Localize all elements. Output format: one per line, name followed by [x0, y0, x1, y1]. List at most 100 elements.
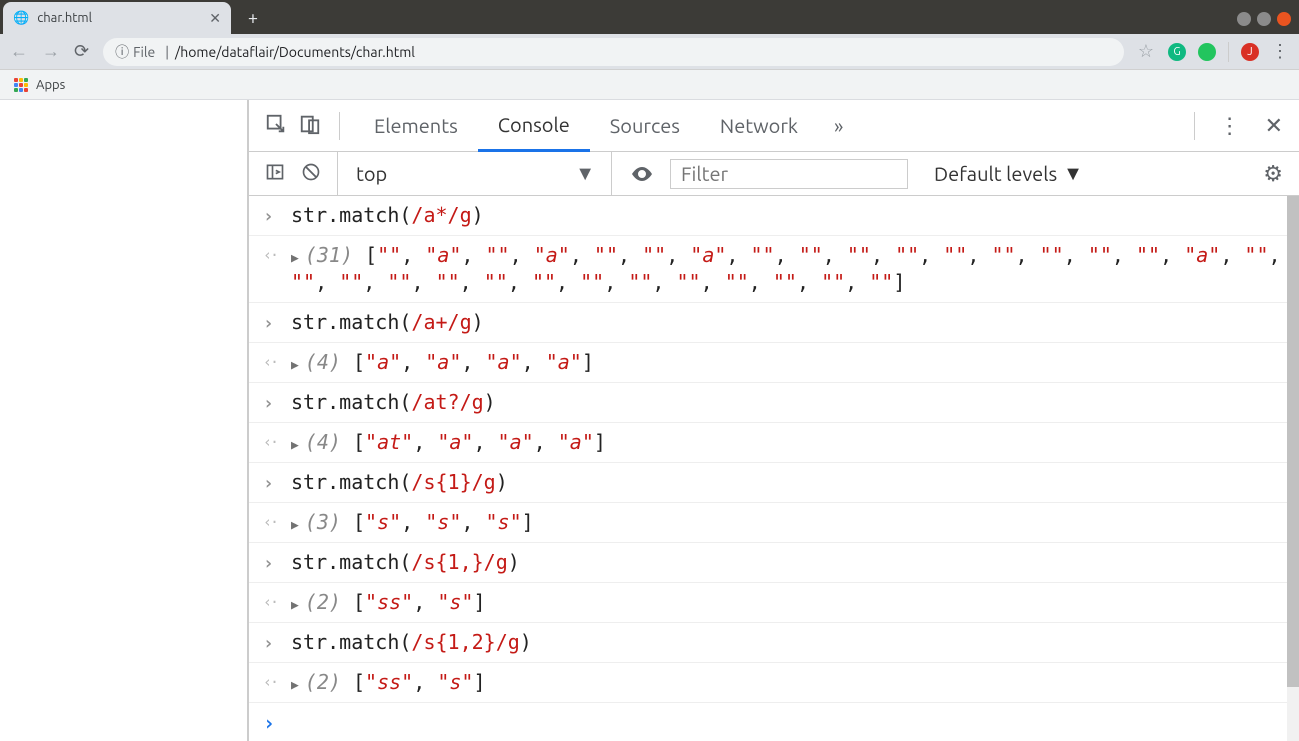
profile-avatar[interactable]: J	[1241, 43, 1259, 61]
devtools-tab-bar: Elements Console Sources Network » ⋮ ✕	[249, 100, 1299, 152]
url-path: /home/dataflair/Documents/char.html	[175, 44, 415, 60]
console-output-row[interactable]: ▶(2) ["ss", "s"]	[249, 663, 1299, 703]
console-prompt[interactable]: ›	[249, 703, 1299, 741]
info-icon[interactable]: ⓘ	[115, 42, 129, 62]
input-chevron-icon	[263, 549, 291, 574]
scrollbar-thumb[interactable]	[1287, 196, 1299, 687]
return-chevron-icon	[263, 589, 291, 611]
tab-sources[interactable]: Sources	[590, 101, 700, 150]
scrollbar[interactable]	[1287, 196, 1299, 741]
close-devtools-icon[interactable]: ✕	[1265, 113, 1283, 139]
clear-console-icon[interactable]	[301, 162, 321, 186]
url-separator: |	[165, 44, 169, 60]
minimize-button[interactable]	[1237, 12, 1251, 26]
live-expression-icon[interactable]	[611, 152, 654, 195]
globe-icon: 🌐	[13, 11, 29, 26]
browser-menu-icon[interactable]: ⋮	[1271, 41, 1289, 62]
inspect-element-icon[interactable]	[265, 113, 287, 139]
input-chevron-icon	[263, 202, 291, 227]
filter-input[interactable]	[670, 159, 908, 189]
separator	[339, 112, 340, 140]
bookmark-star-icon[interactable]: ☆	[1138, 41, 1154, 62]
main-area: Elements Console Sources Network » ⋮ ✕ t…	[0, 100, 1299, 741]
new-tab-button[interactable]: +	[239, 4, 267, 32]
apps-icon[interactable]	[14, 78, 28, 92]
forward-button: →	[42, 41, 60, 62]
devtools-panel: Elements Console Sources Network » ⋮ ✕ t…	[249, 100, 1299, 741]
console-input-row[interactable]: str.match(/a*/g)	[249, 196, 1299, 236]
console-input-code: str.match(/s{1,}/g)	[291, 549, 1285, 576]
console-output-row[interactable]: ▶(31) ["", "a", "", "a", "", "", "a", ""…	[249, 236, 1299, 303]
expand-triangle-icon[interactable]: ▶	[291, 357, 299, 375]
return-chevron-icon	[263, 242, 291, 264]
console-output-value: ▶(31) ["", "a", "", "a", "", "", "a", ""…	[291, 242, 1285, 296]
console-output-value: ▶(4) ["a", "a", "a", "a"]	[291, 349, 1285, 376]
extensions: G J ⋮	[1168, 41, 1289, 62]
more-tabs-icon[interactable]: »	[818, 114, 859, 137]
url-input[interactable]: ⓘ File | /home/dataflair/Documents/char.…	[103, 38, 1124, 66]
return-chevron-icon	[263, 509, 291, 531]
console-input-row[interactable]: str.match(/at?/g)	[249, 383, 1299, 423]
caret-down-icon: ▼	[1063, 161, 1083, 186]
console-output-value: ▶(3) ["s", "s", "s"]	[291, 509, 1285, 536]
console-settings-icon[interactable]: ⚙	[1263, 161, 1283, 187]
maximize-button[interactable]	[1257, 12, 1271, 26]
console-output-row[interactable]: ▶(4) ["at", "a", "a", "a"]	[249, 423, 1299, 463]
close-tab-icon[interactable]: ✕	[209, 10, 221, 27]
input-chevron-icon	[263, 469, 291, 494]
expand-triangle-icon[interactable]: ▶	[291, 250, 299, 268]
browser-tab-strip: 🌐 char.html ✕ +	[0, 0, 1299, 34]
tab-title: char.html	[37, 11, 209, 25]
console-input-row[interactable]: str.match(/s{1,2}/g)	[249, 623, 1299, 663]
extension-green-icon[interactable]	[1198, 43, 1216, 61]
levels-label: Default levels	[934, 162, 1057, 185]
tab-elements[interactable]: Elements	[354, 101, 478, 150]
address-bar: ← → ⟳ ⓘ File | /home/dataflair/Documents…	[0, 34, 1299, 70]
console-output-row[interactable]: ▶(2) ["ss", "s"]	[249, 583, 1299, 623]
close-window-button[interactable]	[1277, 12, 1291, 26]
execution-context-selector[interactable]: top ▼	[337, 152, 595, 195]
bookmarks-bar: Apps	[0, 70, 1299, 100]
console-output-value: ▶(2) ["ss", "s"]	[291, 589, 1285, 616]
console-output-row[interactable]: ▶(4) ["a", "a", "a", "a"]	[249, 343, 1299, 383]
console-input-code: str.match(/a*/g)	[291, 202, 1285, 229]
prompt-chevron-icon: ›	[263, 711, 275, 735]
input-chevron-icon	[263, 629, 291, 654]
console-input-code: str.match(/a+/g)	[291, 309, 1285, 336]
console-output[interactable]: str.match(/a*/g) ▶(31) ["", "a", "", "a",…	[249, 196, 1299, 741]
tab-network[interactable]: Network	[700, 101, 818, 150]
console-input-row[interactable]: str.match(/a+/g)	[249, 303, 1299, 343]
log-levels-selector[interactable]: Default levels ▼	[934, 161, 1083, 186]
device-toolbar-icon[interactable]	[299, 113, 321, 139]
console-output-value: ▶(4) ["at", "a", "a", "a"]	[291, 429, 1285, 456]
extension-grammarly-icon[interactable]: G	[1168, 43, 1186, 61]
back-button[interactable]: ←	[10, 41, 28, 62]
console-input-code: str.match(/s{1,2}/g)	[291, 629, 1285, 656]
devtools-menu-icon[interactable]: ⋮	[1219, 113, 1241, 139]
separator	[1228, 42, 1229, 62]
context-label: top	[356, 162, 387, 185]
console-sidebar-toggle-icon[interactable]	[265, 162, 285, 186]
browser-tab[interactable]: 🌐 char.html ✕	[3, 2, 231, 34]
expand-triangle-icon[interactable]: ▶	[291, 677, 299, 695]
input-chevron-icon	[263, 389, 291, 414]
url-scheme: File	[133, 44, 155, 60]
window-controls	[1237, 12, 1299, 34]
return-chevron-icon	[263, 349, 291, 371]
console-input-row[interactable]: str.match(/s{1}/g)	[249, 463, 1299, 503]
expand-triangle-icon[interactable]: ▶	[291, 597, 299, 615]
console-input-row[interactable]: str.match(/s{1,}/g)	[249, 543, 1299, 583]
console-input-code: str.match(/s{1}/g)	[291, 469, 1285, 496]
console-toolbar: top ▼ Default levels ▼ ⚙	[249, 152, 1299, 196]
return-chevron-icon	[263, 429, 291, 451]
page-content	[0, 100, 249, 741]
apps-label[interactable]: Apps	[36, 78, 65, 92]
tab-console[interactable]: Console	[478, 100, 590, 152]
reload-button[interactable]: ⟳	[74, 41, 89, 62]
expand-triangle-icon[interactable]: ▶	[291, 517, 299, 535]
console-output-value: ▶(2) ["ss", "s"]	[291, 669, 1285, 696]
separator	[1194, 112, 1195, 140]
expand-triangle-icon[interactable]: ▶	[291, 437, 299, 455]
console-output-row[interactable]: ▶(3) ["s", "s", "s"]	[249, 503, 1299, 543]
console-input-code: str.match(/at?/g)	[291, 389, 1285, 416]
